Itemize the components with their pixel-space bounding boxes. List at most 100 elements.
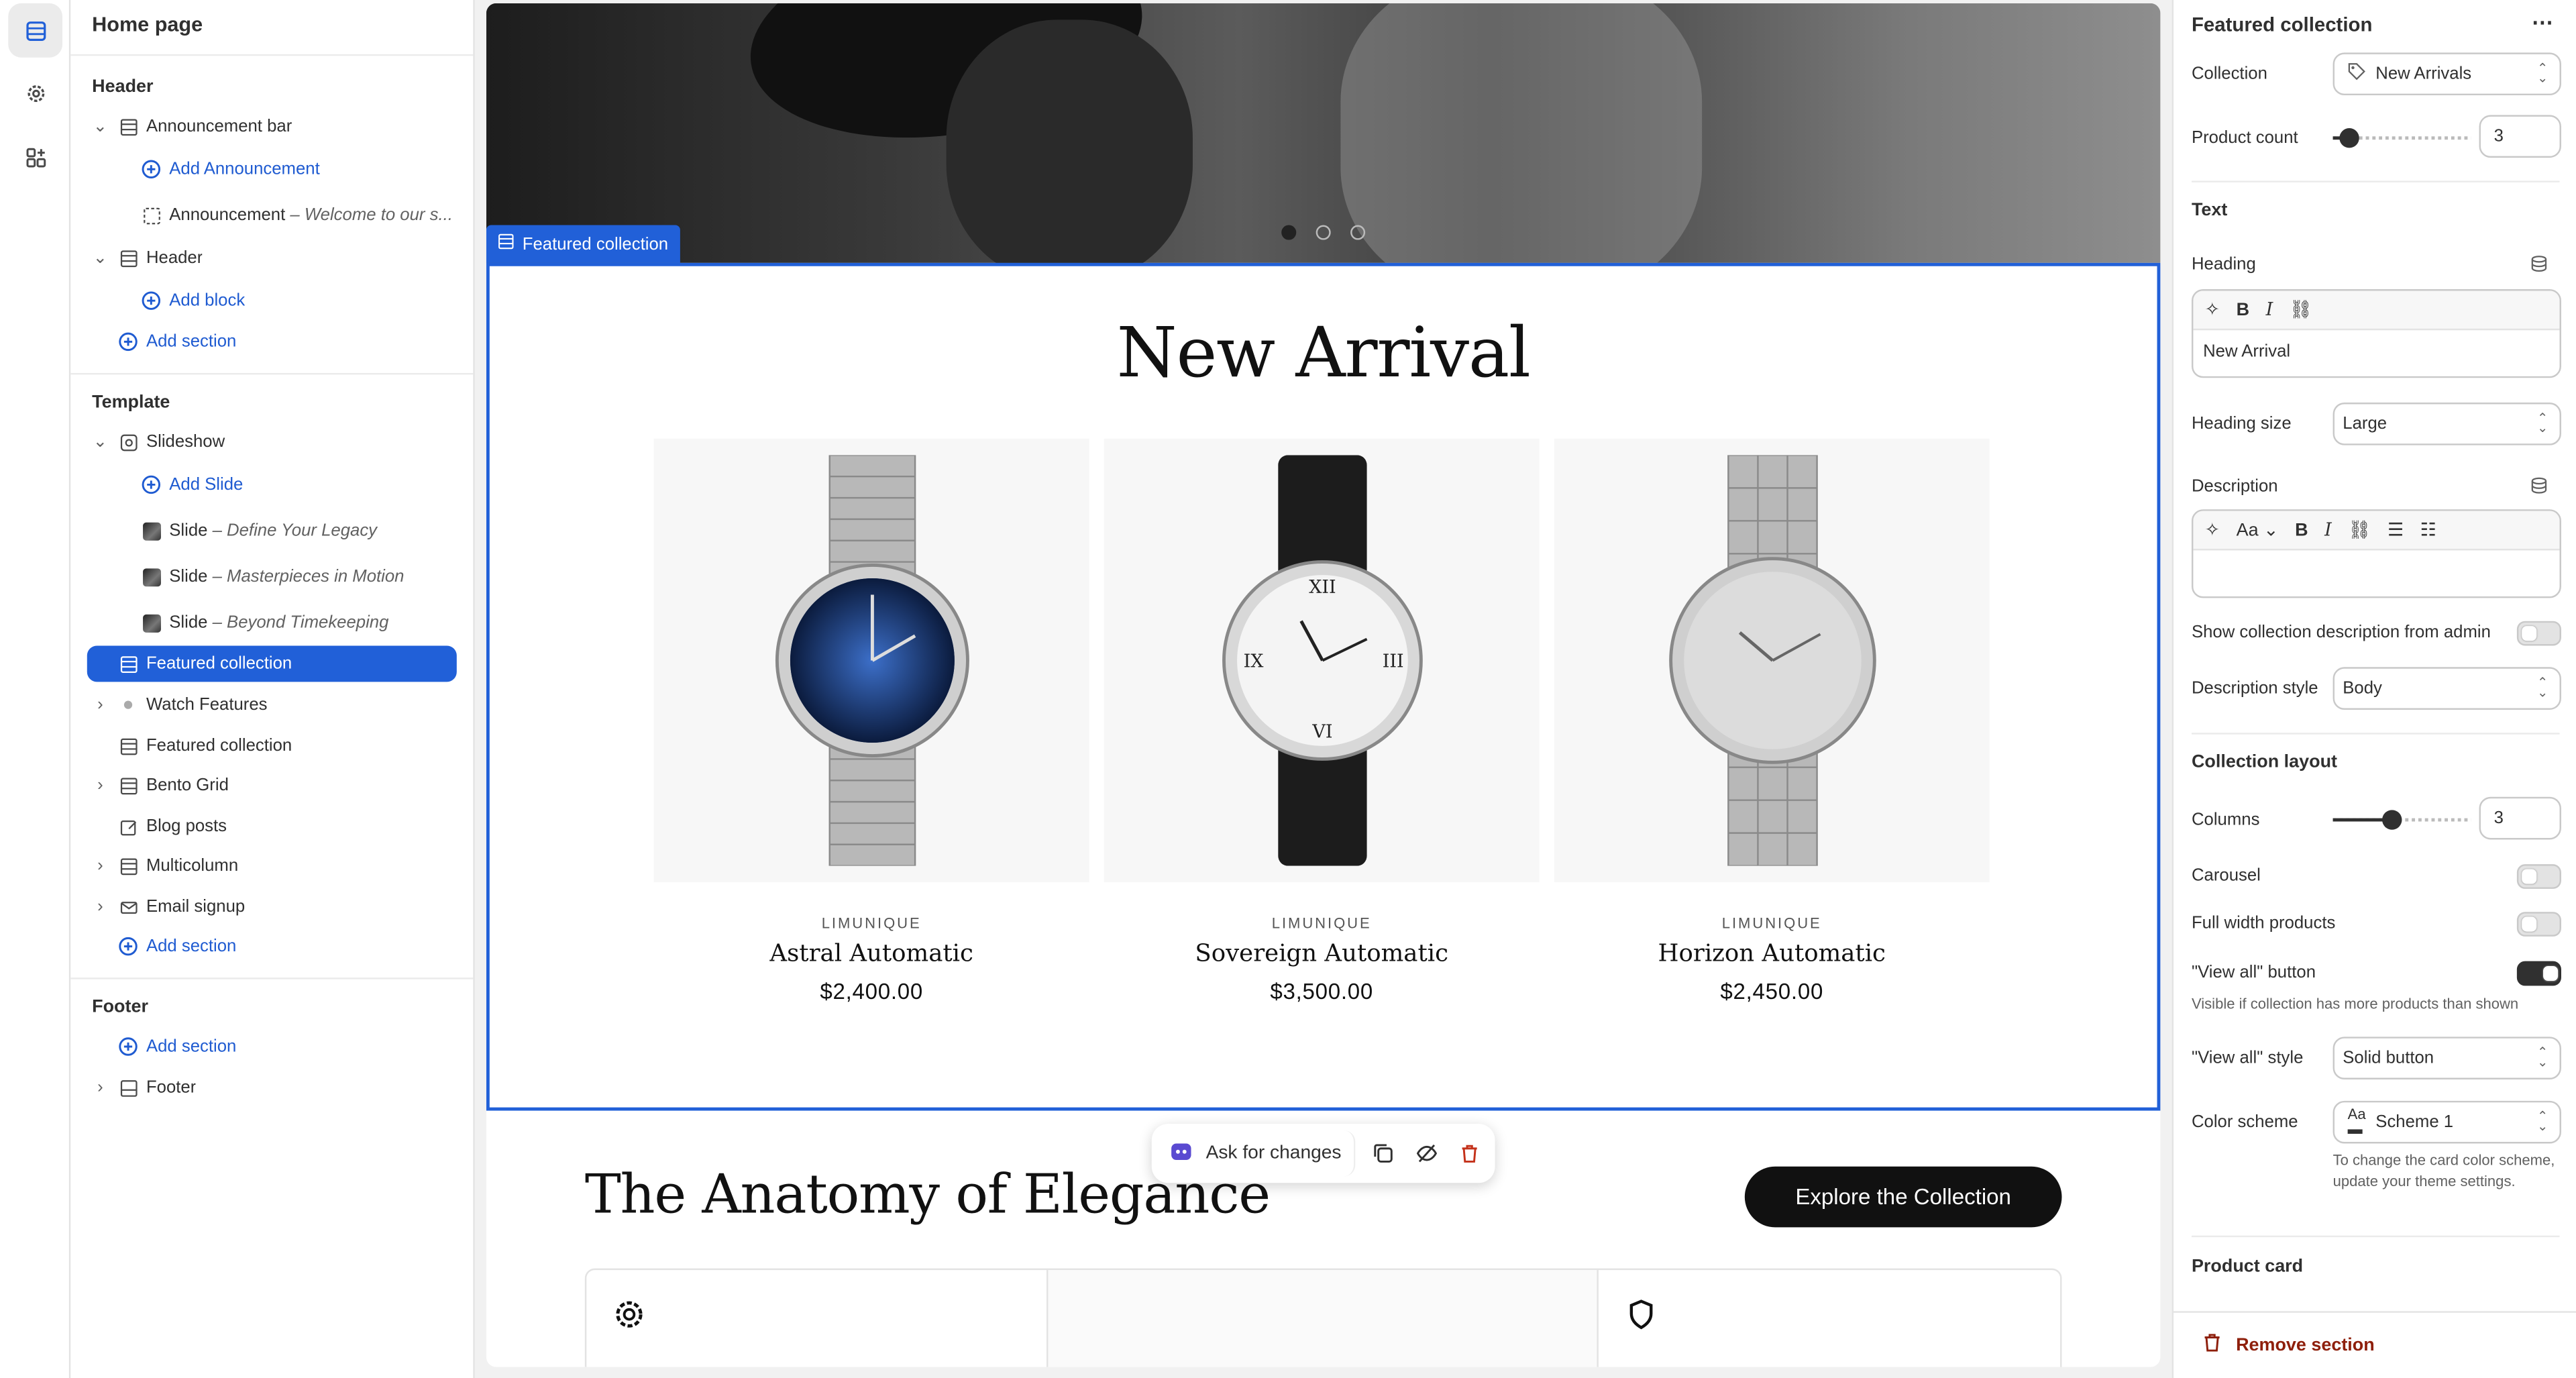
view-all-style-select[interactable]: Solid button ⌃ ⌄: [2332, 1037, 2561, 1079]
view-all-toggle[interactable]: [2516, 961, 2561, 986]
add-slide-button[interactable]: Add Slide: [133, 467, 456, 503]
bullet-list-icon[interactable]: ☰: [2387, 519, 2404, 540]
apps-icon[interactable]: [8, 129, 62, 184]
show-description-toggle[interactable]: [2516, 621, 2561, 646]
add-section-footer-button[interactable]: Add section: [110, 1028, 457, 1065]
plus-circle-icon: [142, 160, 161, 179]
tag-icon: [2348, 62, 2366, 85]
sidebar-item-announcement-bar[interactable]: ⌄ Announcement bar: [87, 109, 457, 145]
text-format-icon[interactable]: Aa ⌄: [2237, 519, 2279, 540]
add-section-header-button[interactable]: Add section: [110, 323, 457, 360]
product-card[interactable]: XII III VI IX LIMUNIQUE Sovereign Automatic…: [1104, 438, 1540, 1004]
svg-text:VI: VI: [1311, 722, 1332, 743]
italic-icon[interactable]: I: [2266, 299, 2273, 321]
collection-picker[interactable]: New Arrivals ⌃ ⌄: [2332, 52, 2561, 96]
hide-icon[interactable]: [1405, 1132, 1448, 1175]
chevron-right-icon[interactable]: ›: [91, 695, 110, 714]
italic-icon[interactable]: I: [2324, 519, 2332, 541]
product-title[interactable]: Horizon Automatic: [1554, 941, 1990, 967]
product-image[interactable]: [653, 438, 1089, 883]
product-card-heading: Product card: [2191, 1257, 2304, 1277]
heading-input[interactable]: New Arrival: [2193, 330, 2559, 376]
product-image[interactable]: [1554, 438, 1990, 883]
columns-slider[interactable]: [2332, 810, 2471, 830]
sidebar-item-slide[interactable]: Slide – Masterpieces in Motion: [133, 559, 456, 595]
slideshow-icon: [118, 432, 138, 452]
sidebar-item-footer[interactable]: › Footer: [87, 1069, 457, 1106]
description-style-select[interactable]: Body ⌃ ⌄: [2332, 667, 2561, 710]
sections-icon[interactable]: [8, 3, 63, 58]
dynamic-source-icon[interactable]: [2530, 476, 2548, 499]
more-options-icon[interactable]: ⋯: [2532, 10, 2555, 36]
sidebar-item-announcement[interactable]: Announcement – Welcome to our s...: [133, 197, 456, 233]
trash-icon: [2203, 1332, 2221, 1357]
sidebar-item-featured-collection-2[interactable]: Featured collection: [87, 728, 457, 764]
chevron-right-icon[interactable]: ›: [91, 776, 110, 795]
bold-icon[interactable]: B: [2237, 300, 2249, 319]
sidebar-item-featured-collection[interactable]: Featured collection: [87, 645, 457, 682]
collection-label: Collection: [2191, 64, 2267, 84]
chevron-right-icon[interactable]: ›: [91, 856, 110, 876]
slide-dot[interactable]: [1281, 225, 1297, 240]
full-width-toggle[interactable]: [2516, 912, 2561, 937]
columns-label: Columns: [2191, 810, 2260, 830]
chevron-down-icon[interactable]: ⌄: [91, 432, 110, 452]
heading-size-label: Heading size: [2191, 414, 2292, 434]
duplicate-icon[interactable]: [1362, 1132, 1405, 1175]
product-count-slider[interactable]: [2332, 128, 2471, 148]
link-icon[interactable]: ⛓: [2290, 299, 2312, 320]
chevron-updown-icon: ⌃ ⌄: [2536, 675, 2548, 700]
columns-input[interactable]: 3: [2479, 796, 2561, 840]
dynamic-source-icon[interactable]: [2530, 255, 2548, 278]
heading-size-select[interactable]: Large ⌃ ⌄: [2332, 403, 2561, 445]
chevron-down-icon[interactable]: ⌄: [91, 248, 110, 268]
sidebar-item-multicolumn[interactable]: › Multicolumn: [87, 848, 457, 884]
sidebar-item-blog-posts[interactable]: Blog posts: [87, 808, 457, 845]
carousel-toggle[interactable]: [2516, 864, 2561, 889]
chevron-right-icon[interactable]: ›: [91, 1078, 110, 1098]
add-announcement-button[interactable]: Add Announcement: [133, 151, 456, 187]
slide-dot[interactable]: [1350, 225, 1366, 240]
bold-icon[interactable]: B: [2295, 520, 2308, 539]
color-scheme-select[interactable]: Aa ▬ Scheme 1 ⌃ ⌄: [2332, 1100, 2561, 1144]
sidebar-item-watch-features[interactable]: › Watch Features: [87, 687, 457, 723]
magic-icon[interactable]: ✧: [2205, 519, 2220, 540]
add-section-template-button[interactable]: Add section: [110, 929, 457, 965]
product-count-input[interactable]: 3: [2479, 115, 2561, 158]
link-icon[interactable]: ⛓: [2348, 519, 2371, 540]
description-style-label: Description style: [2191, 678, 2318, 698]
numbered-list-icon[interactable]: ☷: [2420, 519, 2436, 540]
ask-for-changes-button[interactable]: Ask for changes: [1157, 1130, 1356, 1177]
section-tag: Featured collection: [486, 225, 680, 263]
watch-icon: [774, 455, 969, 866]
description-input[interactable]: [2193, 550, 2559, 596]
product-card[interactable]: LIMUNIQUE Horizon Automatic $2,450.00: [1554, 438, 1990, 1004]
remove-section-button[interactable]: Remove section: [2203, 1332, 2375, 1357]
gear-icon: [612, 1298, 645, 1339]
magic-icon[interactable]: ✧: [2205, 299, 2220, 320]
product-price: $2,450.00: [1720, 979, 1824, 1004]
product-image[interactable]: XII III VI IX: [1104, 438, 1540, 883]
settings-icon[interactable]: [8, 66, 62, 120]
chevron-down-icon[interactable]: ⌄: [91, 117, 110, 136]
chevron-right-icon[interactable]: ›: [91, 897, 110, 916]
product-card[interactable]: LIMUNIQUE Astral Automatic $2,400.00: [653, 438, 1089, 1004]
sidebar-item-header[interactable]: ⌄ Header: [87, 240, 457, 276]
delete-icon[interactable]: [1448, 1132, 1491, 1175]
sidebar-item-email-signup[interactable]: › Email signup: [87, 889, 457, 925]
slider-handle[interactable]: [2382, 810, 2402, 830]
description-editor[interactable]: ✧ Aa ⌄ B I ⛓ ☰ ☷: [2191, 509, 2561, 598]
explore-collection-button[interactable]: Explore the Collection: [1744, 1166, 2062, 1228]
add-block-button[interactable]: Add block: [133, 282, 456, 319]
heading-editor[interactable]: ✧ B I ⛓ New Arrival: [2191, 289, 2561, 378]
sidebar-item-bento-grid[interactable]: › Bento Grid: [87, 767, 457, 804]
slider-handle[interactable]: [2339, 128, 2359, 148]
product-title[interactable]: Astral Automatic: [654, 941, 1089, 967]
icon-rail: [0, 0, 71, 1378]
sidebar-item-slide[interactable]: Slide – Beyond Timekeeping: [133, 604, 456, 641]
heading-label: Heading: [2191, 254, 2256, 274]
sidebar-item-slide[interactable]: Slide – Define Your Legacy: [133, 513, 456, 549]
product-title[interactable]: Sovereign Automatic: [1104, 941, 1540, 967]
slide-dot[interactable]: [1316, 225, 1331, 240]
sidebar-item-slideshow[interactable]: ⌄ Slideshow: [87, 424, 457, 460]
